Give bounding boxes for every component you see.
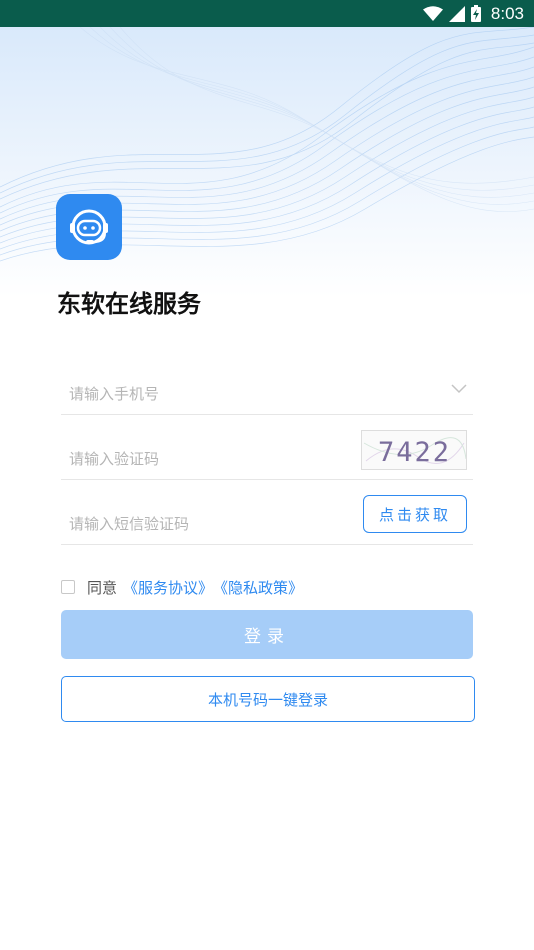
captcha-text: 7422 [378,437,451,468]
agreement-row: 同意 《服务协议》 《隐私政策》 [61,576,303,598]
chevron-down-icon[interactable] [451,384,467,394]
captcha-field: 7422 [61,430,473,480]
agreement-prefix: 同意 [87,578,118,597]
status-bar: 8:03 [0,0,534,27]
phone-field [61,368,473,415]
sms-code-field: 点击获取 [61,495,473,545]
agreement-checkbox[interactable] [61,580,75,594]
cellular-signal-icon [448,5,465,22]
wifi-icon [422,5,443,21]
terms-of-service-link[interactable]: 《服务协议》 [123,577,213,598]
captcha-image[interactable]: 7422 [361,430,467,470]
battery-charging-icon [470,5,481,22]
privacy-policy-link[interactable]: 《隐私政策》 [213,577,303,598]
login-button[interactable]: 登录 [61,610,473,659]
sms-code-input[interactable] [67,508,351,540]
app-logo [56,194,122,260]
status-time: 8:03 [490,3,524,23]
get-sms-code-button[interactable]: 点击获取 [363,495,467,533]
captcha-input[interactable] [67,443,351,475]
one-key-login-button[interactable]: 本机号码一键登录 [61,676,475,722]
app-title: 东软在线服务 [57,290,201,318]
customer-service-robot-icon [70,209,108,245]
phone-input[interactable] [67,378,351,410]
